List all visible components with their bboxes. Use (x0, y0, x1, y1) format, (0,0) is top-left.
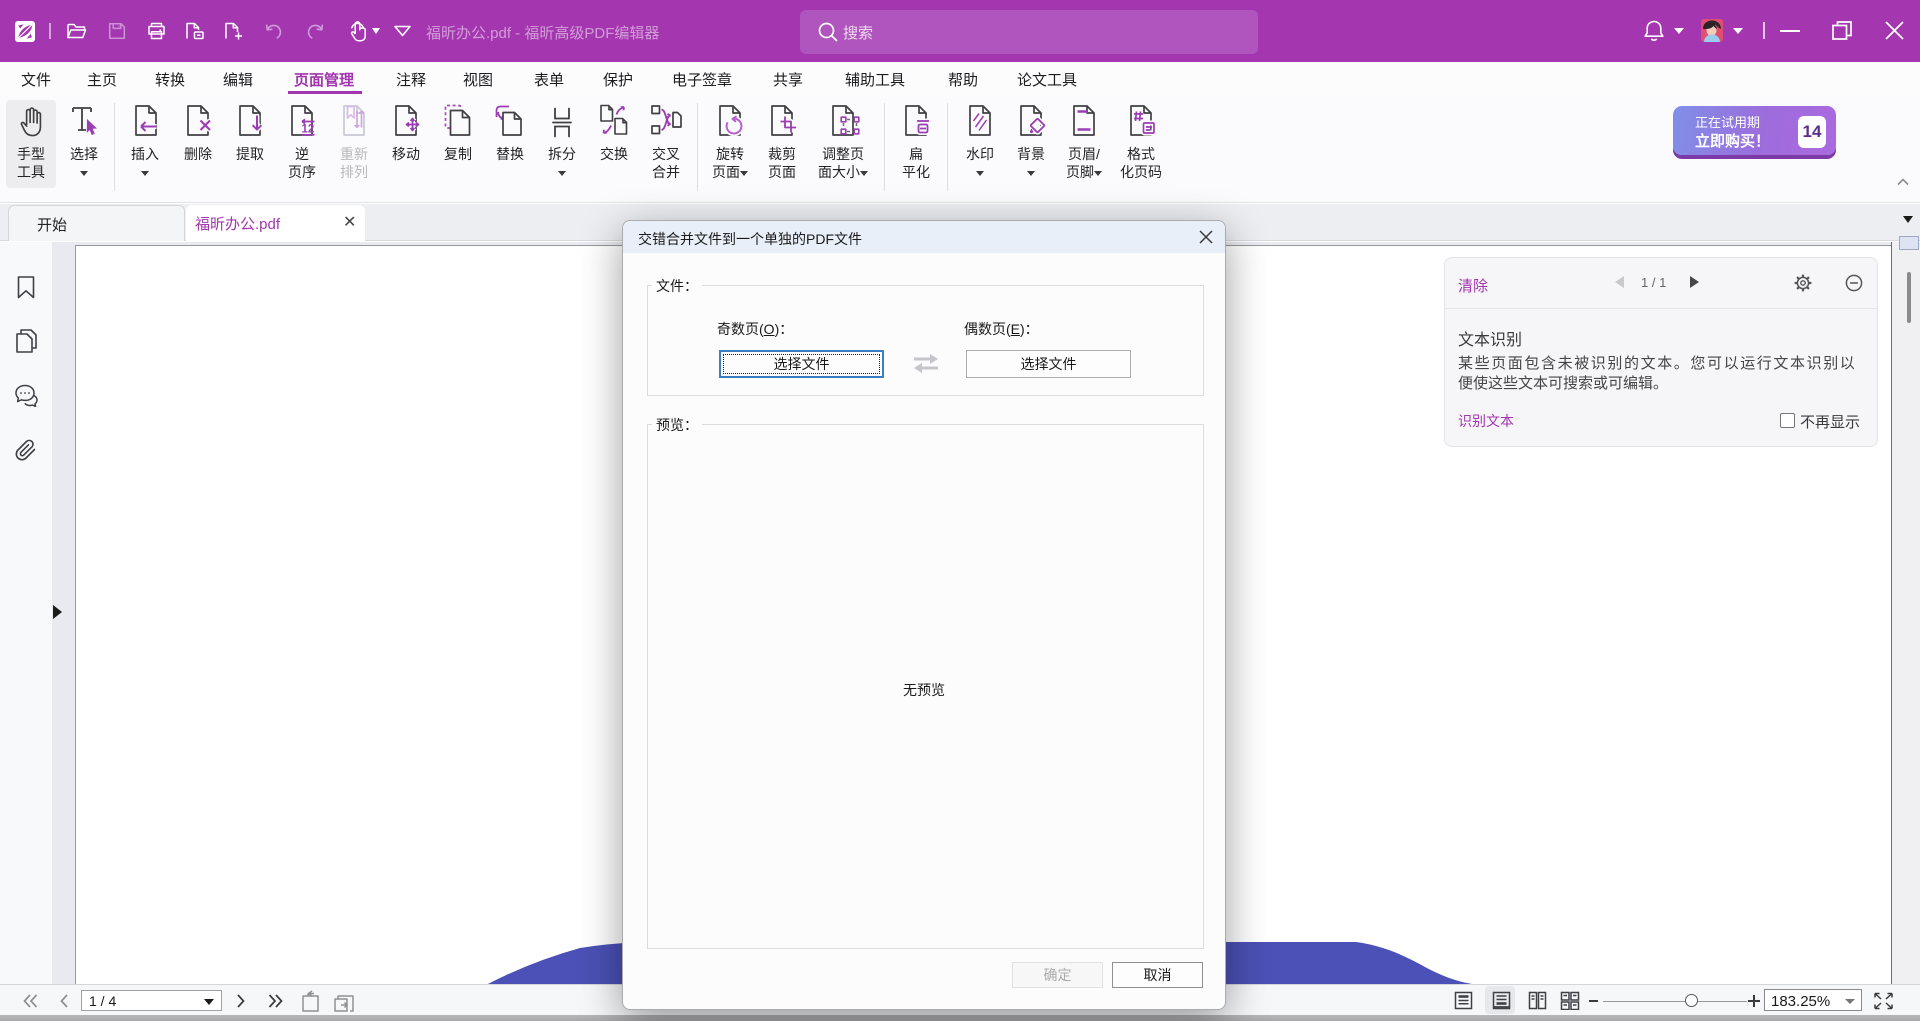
svg-text:12: 12 (302, 124, 315, 136)
